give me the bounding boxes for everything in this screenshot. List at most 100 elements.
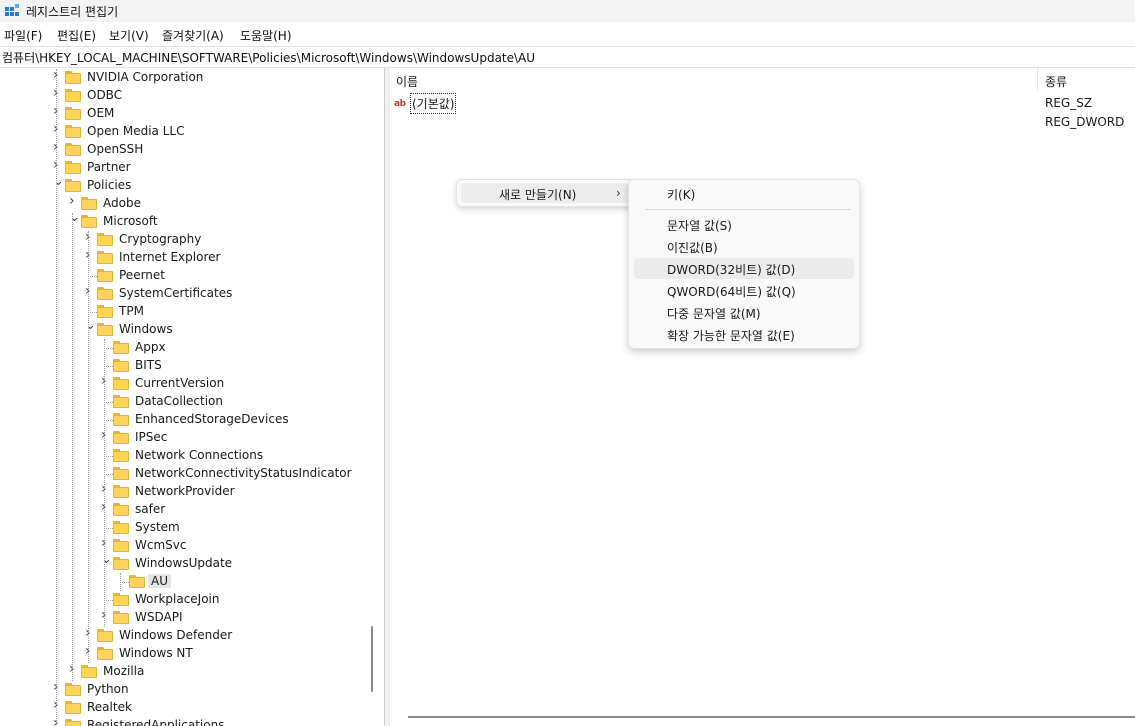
chevron-right-icon[interactable]: › [85,230,95,244]
tree-node-label[interactable]: RegisteredApplications [87,718,224,726]
tree-node-label[interactable]: OEM [87,106,114,120]
chevron-right-icon[interactable]: › [101,428,111,442]
menu-help[interactable]: 도움말(H) [240,27,292,44]
tree-node-label[interactable]: NetworkProvider [135,484,235,498]
chevron-right-icon[interactable]: › [53,716,63,726]
column-header-name[interactable]: 이름 [396,73,418,90]
tree-node-label[interactable]: Realtek [87,700,132,714]
tree-node-label[interactable]: DataCollection [135,394,223,408]
submenu-item-multi-string-value[interactable]: 다중 문자열 값(M) [634,302,854,323]
chevron-right-icon[interactable]: › [53,140,63,154]
tree-node-label[interactable]: Adobe [103,196,141,210]
chevron-right-icon[interactable]: › [53,122,63,136]
tree-node-label[interactable]: WSDAPI [135,610,183,624]
chevron-down-icon[interactable]: ⌄ [85,319,96,332]
submenu-item-key[interactable]: 키(K) [634,183,854,204]
submenu-item-string-value[interactable]: 문자열 값(S) [634,214,854,235]
key-tree-pane[interactable]: › NVIDIA Corporation › ODBC › OEM › Open Media … [0,68,384,726]
menu-favorites[interactable]: 즐겨찾기(A) [162,27,224,44]
tree-node-label[interactable]: BITS [135,358,162,372]
chevron-right-icon[interactable]: › [101,536,111,550]
tree-node-label[interactable]: Windows NT [119,646,193,660]
tree-connector [104,402,113,403]
folder-icon [65,179,81,192]
address-path[interactable]: 컴퓨터\HKEY_LOCAL_MACHINE\SOFTWARE\Policies… [2,49,535,66]
menu-item-new[interactable]: 새로 만들기(N) › [461,183,629,203]
tree-scrollbar-thumb[interactable] [371,626,373,692]
chevron-right-icon[interactable]: › [53,698,63,712]
menu-file[interactable]: 파일(F) [4,27,42,44]
tree-node-label[interactable]: NetworkConnectivityStatusIndicator [135,466,352,480]
tree-node-label[interactable]: WindowsUpdate [135,556,232,570]
tree-node-label[interactable]: Internet Explorer [119,250,220,264]
tree-guide-line [56,69,57,726]
tree-node-label[interactable]: Open Media LLC [87,124,184,138]
chevron-right-icon[interactable]: › [53,86,63,100]
folder-icon [113,521,129,534]
tree-node-label[interactable]: ODBC [87,88,122,102]
chevron-right-icon[interactable]: › [53,104,63,118]
tree-node-label[interactable]: Microsoft [103,214,158,228]
folder-icon [113,449,129,462]
chevron-right-icon[interactable]: › [85,626,95,640]
chevron-down-icon[interactable]: ⌄ [53,175,64,188]
tree-node-label[interactable]: TPM [119,304,144,318]
horizontal-scrollbar[interactable] [408,716,1135,718]
folder-icon [81,215,97,228]
tree-node-label[interactable]: EnhancedStorageDevices [135,412,289,426]
submenu-item-label: 문자열 값(S) [667,219,732,233]
address-bar[interactable]: 컴퓨터\HKEY_LOCAL_MACHINE\SOFTWARE\Policies… [0,46,1135,68]
chevron-right-icon[interactable]: › [69,662,79,676]
tree-node-label[interactable]: Peernet [119,268,165,282]
column-header-type[interactable]: 종류 [1045,73,1067,90]
tree-node-label[interactable]: OpenSSH [87,142,143,156]
chevron-right-icon[interactable]: › [101,374,111,388]
chevron-right-icon[interactable]: › [101,608,111,622]
chevron-right-icon[interactable]: › [85,248,95,262]
tree-node-label[interactable]: Windows [119,322,173,336]
chevron-right-icon[interactable]: › [69,194,79,208]
chevron-right-icon[interactable]: › [85,284,95,298]
tree-node-label[interactable]: WcmSvc [135,538,186,552]
chevron-right-icon[interactable]: › [101,500,111,514]
value-name-default[interactable]: (기본값) [410,93,457,114]
tree-node-label[interactable]: Partner [87,160,131,174]
column-separator[interactable] [1037,68,1038,90]
folder-icon [113,485,129,498]
submenu-item-label: 이진값(B) [667,241,718,255]
tree-node-label[interactable]: AU [148,574,171,588]
tree-node-label[interactable]: Python [87,682,129,696]
menu-view[interactable]: 보기(V) [109,27,149,44]
tree-node-label[interactable]: Network Connections [135,448,263,462]
chevron-right-icon[interactable]: › [85,644,95,658]
tree-node-label[interactable]: NVIDIA Corporation [87,70,203,84]
tree-node-label[interactable]: Appx [135,340,166,354]
chevron-right-icon[interactable]: › [53,158,63,172]
tree-connector [88,276,97,277]
tree-node-label[interactable]: CurrentVersion [135,376,224,390]
menu-edit[interactable]: 편집(E) [57,27,96,44]
chevron-down-icon[interactable]: ⌄ [69,211,80,224]
values-pane[interactable]: 이름 종류 ab (기본값) REG_SZ REG_DWORD [390,68,1135,726]
chevron-right-icon[interactable]: › [53,680,63,694]
submenu-item-dword-value[interactable]: DWORD(32비트) 값(D) [634,258,854,279]
submenu-item-binary-value[interactable]: 이진값(B) [634,236,854,257]
chevron-down-icon[interactable]: ⌄ [101,553,112,566]
tree-node-label[interactable]: Windows Defender [119,628,232,642]
tree-node-label[interactable]: Cryptography [119,232,201,246]
tree-node-label[interactable]: Mozilla [103,664,144,678]
tree-node-label[interactable]: safer [135,502,165,516]
submenu-item-expandable-string-value[interactable]: 확장 가능한 문자열 값(E) [634,324,854,345]
folder-icon [81,197,97,210]
tree-node-label[interactable]: SystemCertificates [119,286,232,300]
tree-node-label[interactable]: Policies [87,178,131,192]
tree-connector [104,366,113,367]
tree-node-label[interactable]: System [135,520,180,534]
tree-node-label[interactable]: WorkplaceJoin [135,592,220,606]
tree-node-label[interactable]: IPSec [135,430,167,444]
chevron-right-icon[interactable]: › [101,482,111,496]
tree-connector [104,600,113,601]
submenu-item-qword-value[interactable]: QWORD(64비트) 값(Q) [634,280,854,301]
submenu-item-label: 키(K) [667,188,696,202]
chevron-right-icon[interactable]: › [53,68,63,82]
